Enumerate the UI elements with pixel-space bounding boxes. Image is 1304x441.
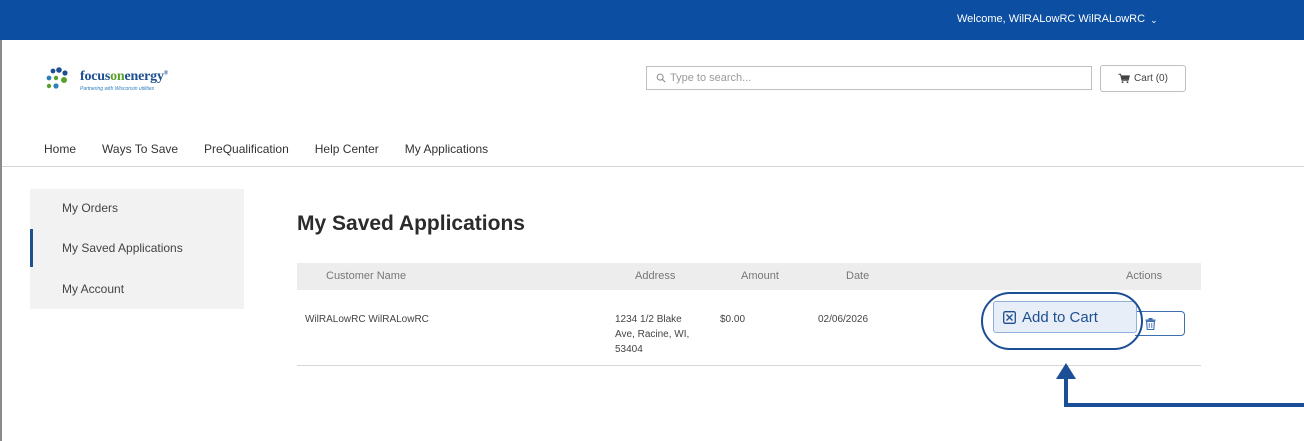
cart-icon xyxy=(1118,73,1131,84)
cell-date: 02/06/2026 xyxy=(818,314,869,325)
search-icon xyxy=(656,73,666,83)
column-header-customer-name: Customer Name xyxy=(326,270,407,282)
nav-item-help-center[interactable]: Help Center xyxy=(315,142,379,156)
cart-label: Cart (0) xyxy=(1134,73,1168,84)
address-line-1: 1234 1/2 Blake xyxy=(615,314,682,325)
chevron-down-icon: ⌄ xyxy=(1150,14,1158,25)
table-header: Customer Name Address Amount Date Action… xyxy=(297,263,1201,290)
main-nav: Home Ways To Save PreQualification Help … xyxy=(44,142,488,156)
sidebar-item-my-saved-applications[interactable]: My Saved Applications xyxy=(62,241,183,255)
add-to-cart-button[interactable]: Add to Cart xyxy=(993,301,1137,333)
page-title: My Saved Applications xyxy=(297,212,525,235)
delete-button[interactable] xyxy=(1135,311,1185,336)
search-input[interactable] xyxy=(670,72,1070,84)
user-menu[interactable]: Welcome, WilRALowRC WilRALowRC ⌄ xyxy=(957,13,1158,25)
column-header-actions: Actions xyxy=(1126,270,1163,282)
column-header-amount: Amount xyxy=(741,270,779,282)
cart-button[interactable]: Cart (0) xyxy=(1100,65,1186,92)
search-box[interactable] xyxy=(646,66,1092,90)
cell-address: 1234 1/2 Blake Ave, Racine, WI, 53404 xyxy=(615,312,689,357)
focus-on-energy-logo[interactable]: focusonenergy® Partnering with Wisconsin… xyxy=(44,66,168,96)
logo-word-on: on xyxy=(110,69,125,84)
sidebar-item-my-account[interactable]: My Account xyxy=(62,282,124,296)
nav-item-ways-to-save[interactable]: Ways To Save xyxy=(102,142,178,156)
nav-item-prequalification[interactable]: PreQualification xyxy=(204,142,289,156)
nav-divider xyxy=(2,166,1304,167)
nav-item-my-applications[interactable]: My Applications xyxy=(405,142,488,156)
address-line-2: Ave, Racine, WI, xyxy=(615,329,690,340)
add-to-cart-label: Add to Cart xyxy=(1022,308,1098,326)
top-bar: Welcome, WilRALowRC WilRALowRC ⌄ xyxy=(0,0,1304,40)
nav-item-home[interactable]: Home xyxy=(44,142,76,156)
trash-icon xyxy=(1145,318,1156,330)
sidebar-active-indicator xyxy=(30,229,33,267)
logo-word-focus: focus xyxy=(80,69,111,84)
logo-tagline: Partnering with Wisconsin utilities xyxy=(80,86,155,92)
logo-wordmark: focusonenergy® xyxy=(80,69,169,84)
column-header-address: Address xyxy=(635,270,676,282)
cell-customer-name: WilRALowRC WilRALowRC xyxy=(305,314,429,325)
add-to-cart-icon xyxy=(1003,310,1016,324)
cell-amount: $0.00 xyxy=(720,314,746,325)
address-line-3: 53404 xyxy=(615,344,643,355)
sidebar-item-my-orders[interactable]: My Orders xyxy=(62,201,118,215)
logo-word-energy: energy xyxy=(124,69,164,84)
logo-dots-icon xyxy=(46,67,68,89)
column-header-date: Date xyxy=(846,270,870,282)
welcome-text: Welcome, WilRALowRC WilRALowRC xyxy=(957,13,1146,25)
